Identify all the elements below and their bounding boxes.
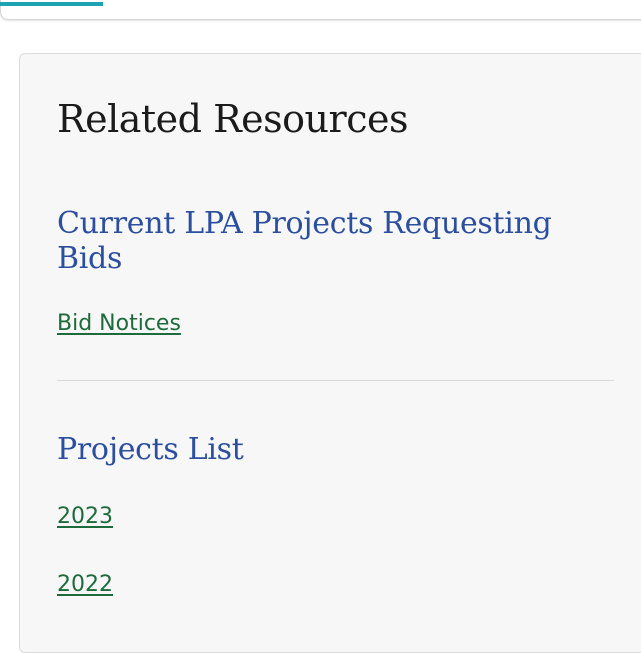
section-heading-projects-list: Projects List <box>57 432 244 467</box>
bid-notices-link[interactable]: Bid Notices <box>57 310 181 338</box>
projects-2023-link[interactable]: 2023 <box>57 503 113 531</box>
active-tab-indicator <box>0 2 103 6</box>
section-divider <box>57 380 614 381</box>
related-resources-card <box>19 53 641 653</box>
projects-2022-link[interactable]: 2022 <box>57 571 113 599</box>
section-heading-lpa-bids: Current LPA Projects Requesting Bids <box>57 206 552 276</box>
related-resources-title: Related Resources <box>57 97 408 141</box>
